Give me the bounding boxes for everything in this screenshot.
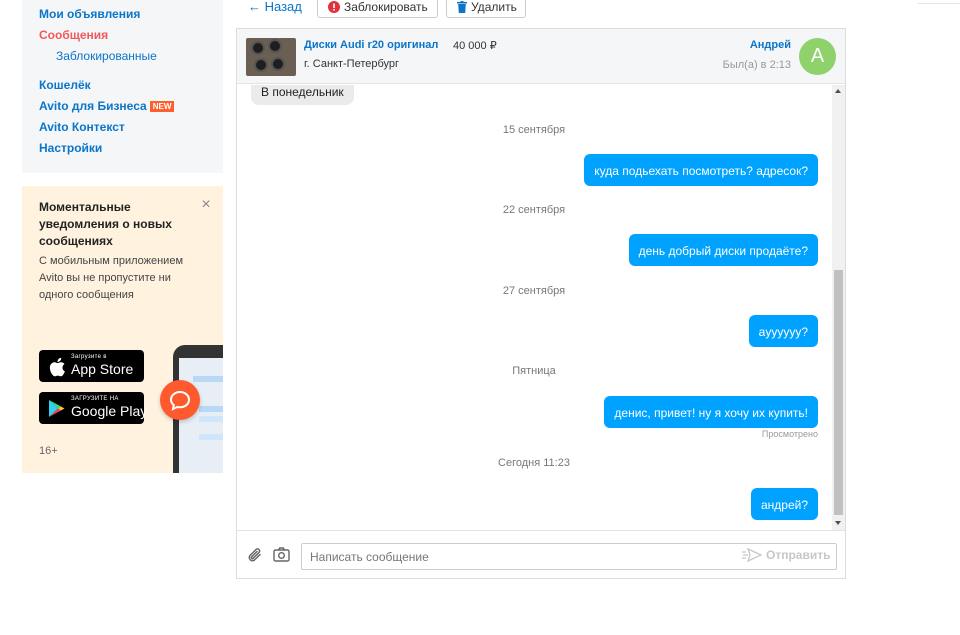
sidebar-item-wallet[interactable]: Кошелёк (39, 78, 91, 92)
promo-title: Моментальные уведомления о новых сообщен… (39, 200, 172, 248)
sidebar-item-settings[interactable]: Настройки (39, 141, 102, 155)
message-outgoing: день добрый диски продаёте? (628, 234, 818, 266)
ad-thumbnail[interactable] (246, 38, 296, 76)
delete-button[interactable]: Удалить (446, 0, 526, 18)
messenger-page: Мои объявления Сообщения Заблокированные… (0, 0, 960, 635)
chat-header: Диски Audi r20 оригинал 40 000 ₽ г. Санк… (237, 29, 845, 84)
new-badge: NEW (149, 101, 175, 112)
block-button-label: Заблокировать (344, 0, 428, 14)
ad-title-link[interactable]: Диски Audi r20 оригинал (304, 39, 438, 51)
sidebar-item-my-ads[interactable]: Мои объявления (39, 7, 140, 21)
ad-city: г. Санкт-Петербург (304, 58, 400, 70)
date-separator: Пятница (512, 365, 556, 377)
date-separator: 27 сентября (502, 285, 566, 297)
app-promo-banner: Моментальные уведомления о новых сообщен… (22, 186, 223, 473)
scroll-thumb[interactable] (834, 270, 843, 515)
google-play-small-label: ЗАГРУЗИТЕ НА (71, 396, 119, 402)
trash-icon (457, 1, 467, 16)
google-play-label: Google Play (71, 403, 148, 419)
close-icon[interactable]: × (199, 197, 213, 213)
apple-icon (48, 357, 66, 382)
sidebar-item-context[interactable]: Avito Контекст (39, 120, 125, 134)
user-last-seen: Был(а) в 2:13 (722, 59, 791, 71)
send-button-label: Отправить (766, 548, 831, 562)
google-play-icon (48, 399, 66, 423)
scroll-down-icon[interactable] (835, 521, 841, 525)
chat-panel: Диски Audi r20 оригинал 40 000 ₽ г. Санк… (236, 28, 846, 579)
sidebar-item-business-label: Avito для Бизнеса (39, 99, 147, 113)
sidebar-item-messages[interactable]: Сообщения (39, 28, 108, 42)
google-play-button[interactable]: ЗАГРУЗИТЕ НА Google Play (39, 392, 148, 424)
date-separator: 15 сентября (502, 124, 566, 136)
date-separator: Сегодня 11:23 (498, 457, 570, 469)
chat-bubble-icon (160, 380, 200, 420)
divider (918, 3, 960, 4)
message-list: В понедельник 15 сентября куда подьехать… (237, 85, 831, 530)
scroll-up-icon[interactable] (835, 89, 841, 93)
app-store-label: App Store (71, 361, 134, 377)
user-name-link[interactable]: Андрей (750, 39, 791, 51)
promo-text: С мобильным приложением Avito вы не проп… (39, 255, 184, 301)
date-separator: 22 сентября (502, 204, 566, 216)
ad-price: 40 000 ₽ (453, 40, 497, 52)
send-icon (742, 547, 763, 565)
delete-button-label: Удалить (471, 0, 517, 14)
send-button[interactable]: Отправить (742, 547, 831, 565)
block-icon (328, 1, 340, 16)
message-scrollbar[interactable] (832, 85, 845, 530)
sidebar-item-business[interactable]: Avito для Бизнеса NEW (39, 99, 175, 113)
message-outgoing: денис, привет! ну я хочу их купить! (604, 396, 818, 428)
paperclip-icon[interactable] (247, 547, 263, 568)
message-incoming: В понедельник (251, 85, 354, 105)
sidebar-item-blocked[interactable]: Заблокированные (56, 49, 157, 63)
message-composer: Отправить (237, 530, 845, 578)
seen-status: Просмотрено (761, 429, 818, 439)
age-rating: 16+ (39, 445, 58, 457)
message-outgoing: андрей? (750, 488, 818, 520)
app-store-small-label: Загрузите в (71, 354, 107, 360)
camera-icon[interactable] (273, 547, 290, 567)
message-outgoing: куда подьехать посмотреть? адресок? (584, 154, 818, 186)
app-store-button[interactable]: Загрузите в App Store (39, 350, 144, 382)
block-button[interactable]: Заблокировать (317, 0, 438, 18)
avatar[interactable]: A (799, 38, 836, 75)
sidebar-nav: Мои объявления Сообщения Заблокированные… (22, 0, 223, 173)
message-outgoing: ayyyyyy? (748, 315, 818, 347)
back-link[interactable]: ← Назад (248, 0, 302, 14)
